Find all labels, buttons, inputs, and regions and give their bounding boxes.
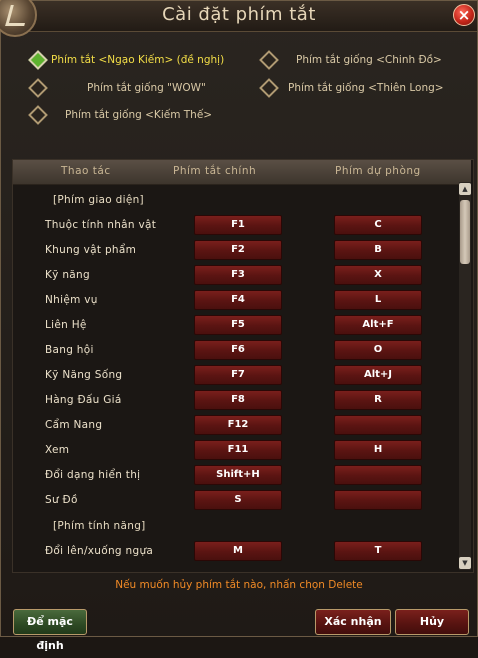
scroll-up-arrow-icon[interactable]: ▲ <box>459 183 471 195</box>
preset-option-kiem-the[interactable]: Phím tắt giống <Kiếm Thế> <box>28 105 213 125</box>
primary-key-button[interactable]: S <box>194 490 282 510</box>
preset-option-label: Phím tắt giống <Kiếm Thế> <box>65 109 213 121</box>
window-title: Cài đặt phím tắt <box>162 4 316 25</box>
column-header-action: Thao tác <box>61 165 111 177</box>
secondary-key-button[interactable]: B <box>334 240 422 260</box>
primary-key-button[interactable]: F8 <box>194 390 282 410</box>
row-action-label: Sư Đồ <box>45 494 78 506</box>
row-action-label: Xem <box>45 444 70 456</box>
scroll-thumb[interactable] <box>460 200 470 264</box>
primary-key-button[interactable]: F3 <box>194 265 282 285</box>
secondary-key-button[interactable] <box>334 490 422 510</box>
cancel-button[interactable]: Hủy <box>395 609 469 635</box>
title-bar: Cài đặt phím tắt × <box>1 1 477 32</box>
preset-option-wow[interactable]: Phím tắt giống "WOW" <box>28 78 206 98</box>
row-action-label: Hàng Đấu Giá <box>45 394 122 406</box>
row-action-label: Đổi lên/xuống ngựa <box>45 545 154 557</box>
secondary-key-button[interactable]: X <box>334 265 422 285</box>
primary-key-button[interactable]: F1 <box>194 215 282 235</box>
preset-option-label: Phím tắt giống <Thiên Long> <box>288 82 444 94</box>
reset-default-button[interactable]: Để mặc định <box>13 609 87 652</box>
primary-key-button[interactable]: M <box>194 541 282 561</box>
row-action-label: Đổi dạng hiển thị <box>45 469 141 481</box>
diamond-selected-icon <box>28 50 48 70</box>
close-button[interactable]: × <box>453 4 475 26</box>
row-action-label: Nhiệm vụ <box>45 294 98 306</box>
primary-key-button[interactable]: F5 <box>194 315 282 335</box>
diamond-icon <box>28 78 48 98</box>
primary-key-button[interactable]: F4 <box>194 290 282 310</box>
table-scrollbar[interactable]: ▲ ▼ <box>459 182 471 570</box>
secondary-key-button[interactable] <box>334 465 422 485</box>
diamond-icon <box>28 105 48 125</box>
diamond-icon <box>259 50 279 70</box>
preset-option-thien-long[interactable]: Phím tắt giống <Thiên Long> <box>259 78 444 98</box>
row-action-label: Kỹ năng <box>45 269 90 281</box>
secondary-key-button[interactable] <box>334 415 422 435</box>
secondary-key-button[interactable]: L <box>334 290 422 310</box>
shortcut-table: Thao tác Phím tắt chính Phím dự phòng [P… <box>12 159 474 573</box>
diamond-icon <box>259 78 279 98</box>
row-action-label: Khung vật phẩm <box>45 244 137 256</box>
preset-option-chinh-do[interactable]: Phím tắt giống <Chinh Đồ> <box>259 50 442 70</box>
preset-option-label: Phím tắt giống <Chinh Đồ> <box>296 54 442 66</box>
section-interface-keys: [Phím giao diện] <box>53 194 144 206</box>
secondary-key-button[interactable]: R <box>334 390 422 410</box>
primary-key-button[interactable]: F12 <box>194 415 282 435</box>
row-action-label: Liên Hệ <box>45 319 87 331</box>
primary-key-button[interactable]: F6 <box>194 340 282 360</box>
secondary-key-button[interactable]: O <box>334 340 422 360</box>
secondary-key-button[interactable]: Alt+F <box>334 315 422 335</box>
secondary-key-button[interactable]: C <box>334 215 422 235</box>
preset-option-ngao-kiem[interactable]: Phím tắt <Ngạo Kiếm> (đề nghị) <box>28 50 225 70</box>
secondary-key-button[interactable]: H <box>334 440 422 460</box>
primary-key-button[interactable]: F11 <box>194 440 282 460</box>
primary-key-button[interactable]: F2 <box>194 240 282 260</box>
preset-option-label: Phím tắt giống "WOW" <box>87 82 206 94</box>
primary-key-button[interactable]: F7 <box>194 365 282 385</box>
confirm-button[interactable]: Xác nhận <box>315 609 391 635</box>
hint-text: Nếu muốn hủy phím tắt nào, nhấn chọn Del… <box>115 579 363 591</box>
row-action-label: Kỹ Năng Sống <box>45 369 123 381</box>
row-action-label: Thuộc tính nhân vật <box>45 219 157 231</box>
table-header: Thao tác Phím tắt chính Phím dự phòng <box>13 160 471 185</box>
secondary-key-button[interactable]: Alt+J <box>334 365 422 385</box>
shortcut-settings-window: Cài đặt phím tắt × Phím tắt <Ngạo Kiếm> … <box>0 0 478 652</box>
primary-key-button[interactable]: Shift+H <box>194 465 282 485</box>
preset-option-label: Phím tắt <Ngạo Kiếm> (đề nghị) <box>51 54 225 66</box>
column-header-primary: Phím tắt chính <box>173 165 257 177</box>
section-feature-keys: [Phím tính năng] <box>53 520 146 532</box>
column-header-secondary: Phím dự phòng <box>335 165 421 177</box>
scroll-down-arrow-icon[interactable]: ▼ <box>459 557 471 569</box>
row-action-label: Bang hội <box>45 344 94 356</box>
row-action-label: Cẩm Nang <box>45 419 103 431</box>
secondary-key-button[interactable]: T <box>334 541 422 561</box>
